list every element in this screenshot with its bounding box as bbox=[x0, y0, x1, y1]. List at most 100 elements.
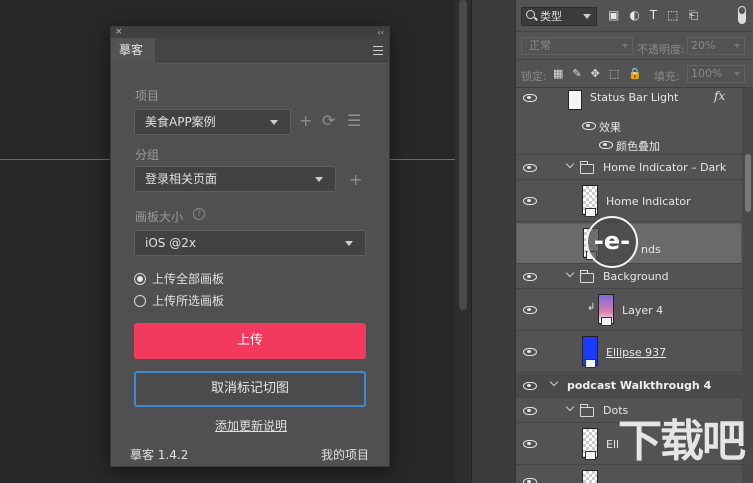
filter-type-select[interactable]: 类型 bbox=[521, 7, 597, 26]
collapse-icon[interactable]: ‹‹ bbox=[378, 27, 384, 38]
chevron-down-icon[interactable] bbox=[549, 377, 559, 387]
artboard-size-select[interactable]: iOS @2x bbox=[134, 230, 366, 256]
layer-filter-bar: 类型 ▣◐T⬚⎗ bbox=[516, 0, 753, 32]
eye-icon[interactable] bbox=[523, 382, 537, 390]
color-overlay-label: 颜色叠加 bbox=[616, 140, 660, 153]
chevron-down-icon bbox=[734, 72, 740, 76]
effects-label: 效果 bbox=[599, 121, 621, 134]
layer-color-overlay-row[interactable]: 颜色叠加 bbox=[516, 135, 742, 155]
eye-icon[interactable] bbox=[523, 440, 537, 448]
eye-icon[interactable] bbox=[599, 141, 613, 149]
refresh-icon[interactable]: ⟳ bbox=[322, 113, 335, 129]
chevron-down-icon[interactable] bbox=[565, 268, 575, 278]
fill-value: 100% bbox=[691, 67, 723, 80]
layer-row-status-bar[interactable]: Status Bar Light fx bbox=[516, 88, 742, 116]
chevron-down-icon bbox=[583, 14, 591, 19]
add-update-notes-link[interactable]: 添加更新说明 bbox=[111, 417, 391, 434]
blend-mode-select[interactable]: 正常 bbox=[521, 37, 633, 55]
eye-icon[interactable] bbox=[523, 478, 537, 483]
eye-icon[interactable] bbox=[523, 273, 537, 281]
chevron-down-icon bbox=[345, 241, 353, 246]
smart-object-icon bbox=[601, 317, 612, 326]
add-group-icon[interactable]: + bbox=[349, 172, 362, 188]
eye-icon[interactable] bbox=[523, 407, 537, 415]
layer-name: Background bbox=[603, 270, 669, 283]
layer-name: Home Indicator – Dark bbox=[603, 161, 727, 174]
layer-name: podcast Walkthrough 4 bbox=[567, 379, 712, 392]
radio-unchecked-icon bbox=[134, 295, 146, 307]
eye-icon[interactable] bbox=[523, 348, 537, 356]
opacity-value: 20% bbox=[691, 39, 716, 52]
layer-row-partial[interactable] bbox=[516, 466, 742, 483]
version-label: 摹客 1.4.2 bbox=[130, 448, 189, 462]
fill-label: 填充: bbox=[654, 70, 680, 83]
chevron-down-icon bbox=[270, 120, 278, 125]
shape-icon bbox=[585, 359, 596, 368]
eye-icon[interactable] bbox=[523, 197, 537, 205]
eye-icon[interactable] bbox=[523, 94, 537, 102]
canvas-scrollbar[interactable] bbox=[455, 0, 471, 483]
filter-icons[interactable]: ▣◐T⬚⎗ bbox=[608, 8, 708, 23]
mockplus-plugin-panel: × ‹‹ 摹客 项目 美食APP案例 + ⟳ ☰ 分组 登录相关页面 + 画板大… bbox=[110, 26, 390, 467]
radio-upload-selected-label: 上传所选画板 bbox=[152, 294, 225, 308]
tab-moke[interactable]: 摹客 bbox=[111, 38, 155, 62]
group-select[interactable]: 登录相关页面 bbox=[134, 166, 336, 192]
layer-thumbnail bbox=[568, 90, 582, 110]
lock-icons[interactable]: ▦✎✥⬚🔒 bbox=[553, 67, 651, 80]
lock-label: 锁定: bbox=[521, 70, 547, 83]
close-icon[interactable]: × bbox=[115, 27, 123, 38]
list-icon[interactable]: ☰ bbox=[347, 113, 361, 129]
upload-button[interactable]: 上传 bbox=[134, 323, 366, 359]
layer-row-home-indicator-group[interactable]: Home Indicator – Dark bbox=[516, 156, 742, 180]
cancel-mark-slice-button[interactable]: 取消标记切图 bbox=[134, 371, 366, 407]
filter-type-value: 类型 bbox=[540, 10, 562, 23]
folder-icon bbox=[579, 270, 594, 283]
chevron-down-icon[interactable] bbox=[565, 159, 575, 169]
help-icon[interactable]: ? bbox=[193, 208, 205, 220]
layer-name: Layer 4 bbox=[622, 304, 664, 317]
scrollbar-thumb[interactable] bbox=[745, 154, 751, 212]
cursor-magnifier: -e- bbox=[586, 216, 638, 268]
opacity-input[interactable]: 20% bbox=[687, 37, 745, 55]
search-icon bbox=[526, 10, 535, 19]
guide-line bbox=[0, 159, 110, 160]
opacity-label: 不透明度: bbox=[637, 43, 685, 56]
radio-upload-selected[interactable]: 上传所选画板 bbox=[134, 294, 224, 308]
chevron-down-icon bbox=[622, 44, 628, 48]
layer-row-ellipse[interactable]: Ellipse 937 bbox=[516, 332, 742, 373]
lock-fill-bar: 锁定: ▦✎✥⬚🔒 填充: 100% bbox=[516, 61, 753, 88]
layer-row-layer4[interactable]: ↲ Layer 4 bbox=[516, 290, 742, 331]
artboard-size-value: iOS @2x bbox=[145, 236, 196, 250]
layer-row-podcast[interactable]: podcast Walkthrough 4 bbox=[516, 374, 742, 398]
eye-icon[interactable] bbox=[523, 164, 537, 172]
smart-object-icon bbox=[585, 208, 596, 217]
panel-menu-icon[interactable] bbox=[373, 46, 383, 55]
add-project-icon[interactable]: + bbox=[299, 113, 312, 129]
fx-icon[interactable]: fx bbox=[714, 89, 725, 103]
panel-tabs: 摹客 bbox=[111, 38, 389, 62]
layer-name: Status Bar Light bbox=[590, 91, 679, 104]
filter-toggle[interactable] bbox=[738, 6, 746, 24]
radio-upload-all-label: 上传全部画板 bbox=[152, 272, 225, 286]
visibility-toggle[interactable] bbox=[525, 239, 536, 250]
group-select-value: 登录相关页面 bbox=[145, 172, 218, 186]
project-select-value: 美食APP案例 bbox=[145, 115, 216, 129]
chevron-down-icon[interactable] bbox=[565, 402, 575, 412]
radio-upload-all[interactable]: 上传全部画板 bbox=[134, 272, 224, 286]
layer-effects-row[interactable]: 效果 bbox=[516, 116, 742, 135]
group-label: 分组 bbox=[135, 148, 160, 162]
project-select[interactable]: 美食APP案例 bbox=[134, 109, 291, 135]
my-projects-link[interactable]: 我的项目 bbox=[321, 446, 369, 463]
folder-icon bbox=[579, 161, 594, 174]
watermark: 下载吧 bbox=[618, 416, 746, 467]
clip-arrow-icon: ↲ bbox=[587, 302, 596, 313]
scrollbar-thumb[interactable] bbox=[459, 0, 467, 310]
fill-input[interactable]: 100% bbox=[687, 65, 745, 83]
eye-icon[interactable] bbox=[582, 122, 596, 130]
eye-icon[interactable] bbox=[523, 306, 537, 314]
layer-row-home-indicator[interactable]: Home Indicator bbox=[516, 181, 742, 222]
artboard-size-label: 画板大小 bbox=[135, 210, 184, 224]
panel-titlebar: × ‹‹ bbox=[111, 27, 389, 38]
shape-icon bbox=[585, 451, 596, 460]
layer-row-background[interactable]: Background bbox=[516, 265, 742, 289]
